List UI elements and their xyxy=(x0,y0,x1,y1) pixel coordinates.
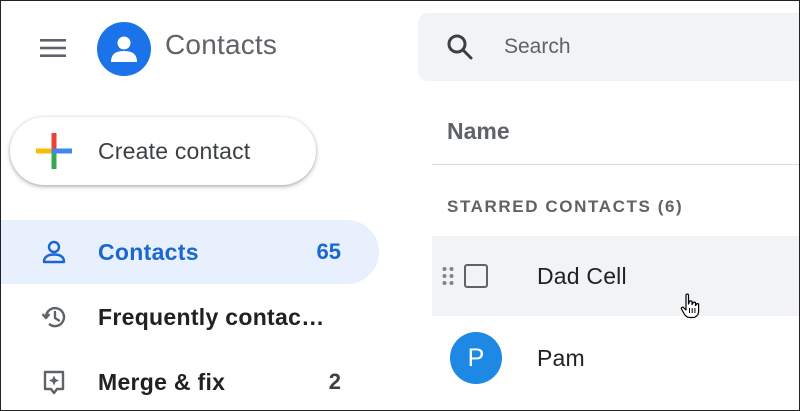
contact-row-pam[interactable]: P Pam xyxy=(432,318,799,398)
contacts-person-icon xyxy=(111,36,137,62)
contact-name: Pam xyxy=(537,344,585,371)
sidebar-item-merge-fix[interactable]: Merge & fix 2 xyxy=(1,350,379,410)
hamburger-menu-icon xyxy=(40,39,66,57)
multicolor-plus-icon xyxy=(36,133,72,169)
create-contact-button[interactable]: Create contact xyxy=(10,117,316,185)
sidebar-item-contacts[interactable]: Contacts 65 xyxy=(1,220,379,284)
avatar: P xyxy=(450,332,502,384)
contact-name: Dad Cell xyxy=(537,262,627,289)
sidebar-item-label: Contacts xyxy=(98,238,199,265)
create-contact-label: Create contact xyxy=(98,137,251,164)
hand-pointer-cursor-icon xyxy=(680,293,700,319)
merge-fix-icon xyxy=(43,370,65,395)
drag-handle-icon[interactable] xyxy=(441,265,455,287)
starred-contacts-label: STARRED CONTACTS (6) xyxy=(447,197,684,216)
app-title: Contacts xyxy=(165,29,278,60)
contacts-count: 65 xyxy=(316,239,341,264)
search-input[interactable] xyxy=(504,35,784,59)
app-window: Contacts Create contact Contacts 65 xyxy=(0,0,800,411)
avatar-letter: P xyxy=(467,343,485,372)
search-bar[interactable] xyxy=(418,13,799,81)
merge-fix-count: 2 xyxy=(328,369,341,394)
main-menu-button[interactable] xyxy=(31,30,75,66)
history-icon xyxy=(41,306,66,328)
person-icon xyxy=(42,240,66,264)
sidebar-item-frequently-contacted[interactable]: Frequently contac… xyxy=(1,285,379,349)
app-logo xyxy=(97,22,151,76)
search-icon[interactable] xyxy=(446,33,474,61)
header-divider xyxy=(432,164,799,165)
sidebar-item-label: Merge & fix xyxy=(98,368,226,395)
name-column-header[interactable]: Name xyxy=(447,118,510,145)
sidebar-item-label: Frequently contac… xyxy=(98,303,325,330)
row-checkbox[interactable] xyxy=(464,264,488,288)
contact-row-dad-cell[interactable]: Dad Cell xyxy=(432,236,799,316)
